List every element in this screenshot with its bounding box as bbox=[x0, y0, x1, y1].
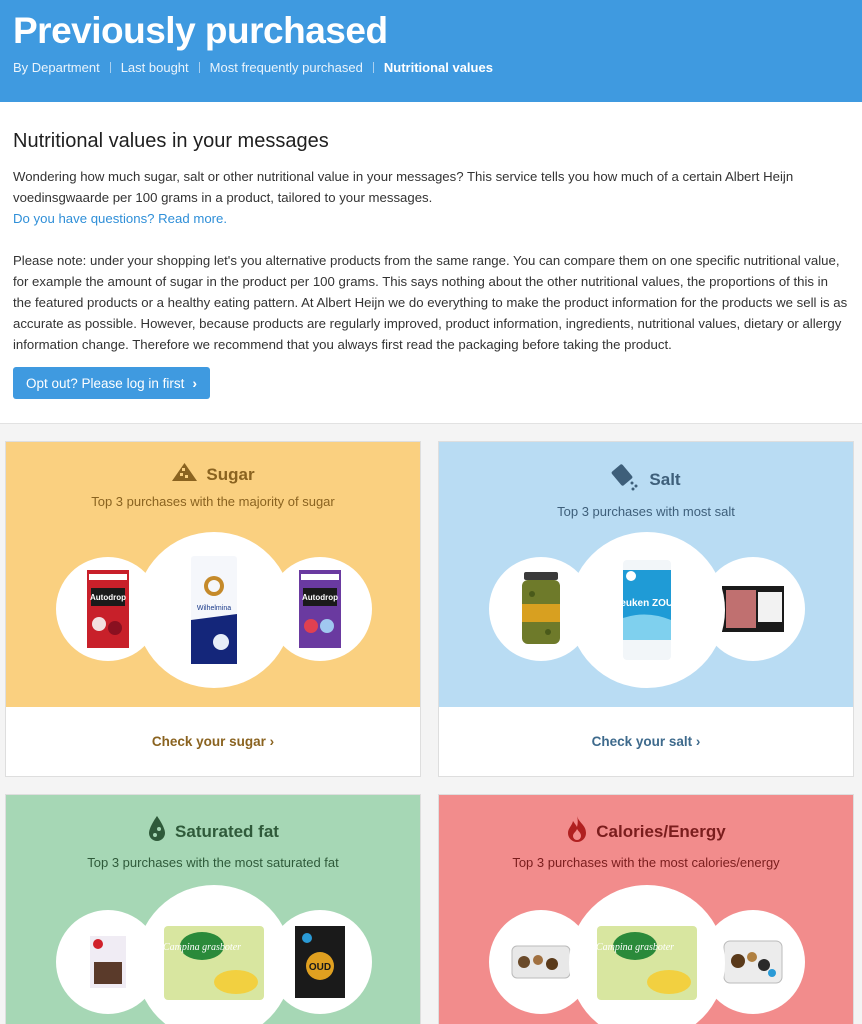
sugar-card: Sugar Top 3 purchases with the majority … bbox=[5, 441, 421, 777]
product-image bbox=[90, 936, 126, 988]
product-circle[interactable]: keuken ZOUT bbox=[569, 532, 725, 688]
saturated-fat-card-top: Saturated fat Top 3 purchases with the m… bbox=[6, 795, 420, 1024]
product-circle[interactable]: Campina grasboter bbox=[136, 885, 292, 1024]
calories-card-top: Calories/Energy Top 3 purchases with the… bbox=[439, 795, 853, 1024]
check-sugar-label: Check your sugar bbox=[151, 734, 266, 749]
product-image bbox=[722, 586, 784, 632]
sugar-card-title: Sugar bbox=[206, 464, 255, 484]
fat-drop-icon bbox=[147, 815, 167, 848]
saturated-fat-card-subtitle: Top 3 purchases with the most saturated … bbox=[87, 855, 339, 870]
chevron-right-icon: › bbox=[192, 375, 198, 391]
product-image bbox=[522, 572, 560, 644]
product-label: Autodrop bbox=[302, 593, 338, 602]
product-label: Campina grasboter bbox=[596, 942, 674, 953]
product-label: Wilhelmina bbox=[197, 605, 231, 612]
saturated-fat-card-title: Saturated fat bbox=[175, 821, 279, 841]
read-more-link[interactable]: Do you have questions? Read more. bbox=[13, 211, 227, 226]
product-image: Campina grasboter bbox=[596, 926, 697, 1000]
intro-paragraph: Wondering how much sugar, salt or other … bbox=[13, 169, 794, 205]
product-label: Autodrop bbox=[90, 593, 126, 602]
sugar-card-top: Sugar Top 3 purchases with the majority … bbox=[6, 442, 420, 707]
product-image: OUD bbox=[295, 926, 345, 998]
product-image: keuken ZOUT bbox=[619, 560, 675, 660]
product-image: Wilhelmina bbox=[191, 556, 237, 664]
intro-section: Nutritional values in your messages Wond… bbox=[0, 102, 862, 424]
product-image bbox=[723, 940, 783, 984]
salt-card-title: Salt bbox=[649, 469, 681, 489]
sugar-pile-icon bbox=[171, 462, 198, 487]
intro-note: Please note: under your shopping let's y… bbox=[13, 253, 848, 352]
salt-card-top: Salt Top 3 purchases with most salt keuk… bbox=[439, 442, 853, 707]
nutrition-cards-grid: Sugar Top 3 purchases with the majority … bbox=[0, 424, 862, 1024]
subnav-divider bbox=[109, 62, 111, 73]
sugar-card-subtitle: Top 3 purchases with the majority of sug… bbox=[91, 494, 335, 509]
product-circle[interactable]: Wilhelmina bbox=[136, 532, 292, 688]
subnav-most-frequently-purchased[interactable]: Most frequently purchased bbox=[210, 60, 363, 75]
salt-card-subtitle: Top 3 purchases with most salt bbox=[557, 504, 735, 519]
intro-heading: Nutritional values in your messages bbox=[13, 130, 329, 152]
check-salt-label: Check your salt bbox=[591, 734, 693, 749]
salt-card: Salt Top 3 purchases with most salt keuk… bbox=[438, 441, 854, 777]
chevron-right-icon: › bbox=[695, 734, 701, 749]
page-title: Previously purchased bbox=[13, 10, 388, 51]
check-sugar-link[interactable]: Check your sugar › bbox=[6, 707, 420, 776]
subnav-nutritional-values[interactable]: Nutritional values bbox=[384, 60, 493, 75]
opt-out-button[interactable]: Opt out? Please log in first › bbox=[13, 367, 211, 399]
subnav-last-bought[interactable]: Last bought bbox=[121, 60, 189, 75]
opt-out-label: Opt out? Please log in first bbox=[26, 375, 185, 391]
product-label: Campina grasboter bbox=[163, 942, 241, 953]
subnav-divider bbox=[198, 62, 200, 73]
flame-icon bbox=[566, 815, 588, 848]
product-circle[interactable]: Campina grasboter bbox=[569, 885, 725, 1024]
calories-card-subtitle: Top 3 purchases with the most calories/e… bbox=[512, 855, 780, 870]
product-label: keuken ZOUT bbox=[619, 598, 675, 609]
subnav-divider bbox=[372, 62, 374, 73]
chevron-right-icon: › bbox=[269, 734, 275, 749]
product-image: Autodrop bbox=[299, 570, 341, 648]
subnav-by-department[interactable]: By Department bbox=[13, 60, 100, 75]
check-salt-link[interactable]: Check your salt › bbox=[439, 707, 853, 776]
page-header: Previously purchased By Department Last … bbox=[0, 0, 862, 102]
product-image: Autodrop bbox=[87, 570, 129, 648]
calories-card: Calories/Energy Top 3 purchases with the… bbox=[438, 794, 854, 1024]
product-image bbox=[511, 945, 571, 979]
product-label: OUD bbox=[309, 962, 331, 973]
calories-card-title: Calories/Energy bbox=[596, 821, 726, 841]
saturated-fat-card: Saturated fat Top 3 purchases with the m… bbox=[5, 794, 421, 1024]
salt-shaker-icon bbox=[611, 462, 641, 497]
subnav: By Department Last bought Most frequentl… bbox=[13, 60, 849, 75]
product-image: Campina grasboter bbox=[163, 926, 264, 1000]
